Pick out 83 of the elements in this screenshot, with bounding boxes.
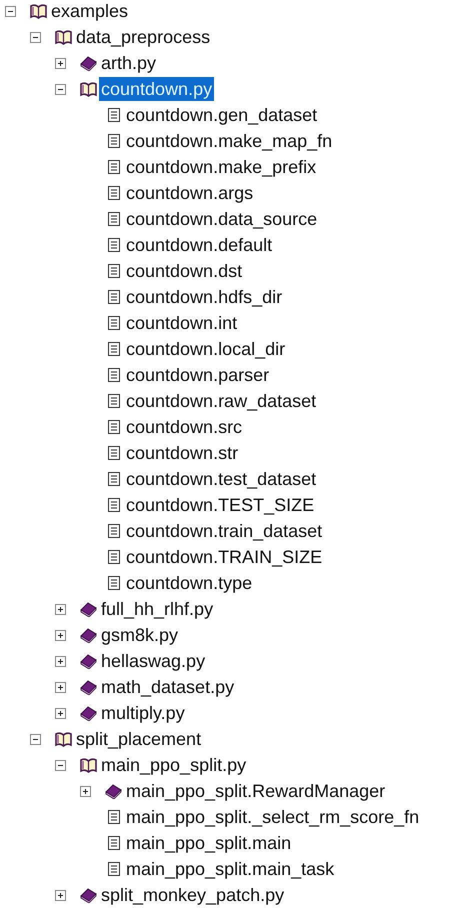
tree-item[interactable]: countdown.parser — [124, 363, 272, 387]
document-icon — [105, 575, 122, 591]
tree-item[interactable]: countdown.py — [99, 77, 214, 101]
expand-toggle[interactable] — [55, 58, 66, 68]
tree-item[interactable]: countdown.type — [124, 571, 254, 595]
tree-item[interactable]: countdown.test_dataset — [124, 467, 318, 491]
tree-item[interactable]: split_monkey_patch.py — [99, 883, 286, 907]
tree-item[interactable]: countdown.TRAIN_SIZE — [124, 545, 324, 569]
document-icon — [105, 237, 122, 253]
book-icon — [80, 887, 97, 903]
tree-item[interactable]: countdown.raw_dataset — [124, 389, 318, 413]
tree-item[interactable]: full_hh_rlhf.py — [99, 597, 216, 621]
book-icon — [80, 653, 97, 669]
collapse-toggle[interactable] — [5, 6, 16, 16]
document-icon — [105, 263, 122, 279]
document-icon — [105, 419, 122, 435]
document-icon — [105, 185, 122, 201]
document-icon — [105, 341, 122, 357]
tree-item[interactable]: countdown.make_map_fn — [124, 129, 334, 153]
open-book-icon — [80, 757, 97, 773]
tree-item[interactable]: main_ppo_split.main — [124, 831, 294, 855]
tree-item[interactable]: countdown.TEST_SIZE — [124, 493, 316, 517]
book-icon — [80, 705, 97, 721]
tree-item[interactable]: multiply.py — [99, 701, 187, 725]
document-icon — [105, 835, 122, 851]
tree-item[interactable]: countdown.src — [124, 415, 244, 439]
tree-item[interactable]: countdown.make_prefix — [124, 155, 318, 179]
open-book-icon — [30, 3, 47, 19]
document-icon — [105, 159, 122, 175]
tree-item[interactable]: split_placement — [74, 727, 204, 751]
document-icon — [105, 861, 122, 877]
collapse-toggle[interactable] — [55, 760, 66, 770]
tree-item[interactable]: countdown.gen_dataset — [124, 103, 320, 127]
document-icon — [105, 445, 122, 461]
tree-item[interactable]: main_ppo_split._select_rm_score_fn — [124, 805, 422, 829]
expand-toggle[interactable] — [55, 708, 66, 718]
tree-item[interactable]: hellaswag.py — [99, 649, 208, 673]
collapse-toggle[interactable] — [55, 84, 66, 94]
tree-item[interactable]: main_ppo_split.py — [99, 753, 248, 777]
book-icon — [80, 679, 97, 695]
document-icon — [105, 367, 122, 383]
document-icon — [105, 133, 122, 149]
tree-item[interactable]: examples — [49, 0, 130, 23]
tree-item[interactable]: countdown.dst — [124, 259, 244, 283]
tree-item[interactable]: gsm8k.py — [99, 623, 180, 647]
tree-item[interactable]: math_dataset.py — [99, 675, 236, 699]
document-icon — [105, 211, 122, 227]
document-icon — [105, 809, 122, 825]
expand-toggle[interactable] — [55, 890, 66, 900]
collapse-toggle[interactable] — [30, 32, 41, 42]
open-book-icon — [55, 29, 72, 45]
tree-item[interactable]: data_preprocess — [74, 25, 212, 49]
collapse-toggle[interactable] — [30, 734, 41, 744]
tree-item[interactable]: countdown.default — [124, 233, 274, 257]
tree-item[interactable]: countdown.data_source — [124, 207, 320, 231]
document-icon — [105, 107, 122, 123]
open-book-icon — [80, 81, 97, 97]
expand-toggle[interactable] — [55, 656, 66, 666]
tree-item[interactable]: countdown.int — [124, 311, 240, 335]
tree-item[interactable]: main_ppo_split.RewardManager — [124, 779, 388, 803]
expand-toggle[interactable] — [55, 630, 66, 640]
book-icon — [105, 783, 122, 799]
document-icon — [105, 393, 122, 409]
expand-toggle[interactable] — [55, 682, 66, 692]
book-icon — [80, 627, 97, 643]
tree-item[interactable]: countdown.hdfs_dir — [124, 285, 284, 309]
book-icon — [80, 55, 97, 71]
tree-item[interactable]: countdown.args — [124, 181, 256, 205]
document-icon — [105, 471, 122, 487]
tree-item[interactable]: main_ppo_split.main_task — [124, 857, 336, 881]
document-icon — [105, 523, 122, 539]
tree-item[interactable]: countdown.train_dataset — [124, 519, 324, 543]
document-icon — [105, 315, 122, 331]
open-book-icon — [55, 731, 72, 747]
expand-toggle[interactable] — [55, 604, 66, 614]
expand-toggle[interactable] — [80, 786, 91, 796]
tree-item[interactable]: countdown.local_dir — [124, 337, 288, 361]
tree-item[interactable]: arth.py — [99, 51, 158, 75]
document-icon — [105, 289, 122, 305]
tree-item[interactable]: countdown.str — [124, 441, 240, 465]
book-icon — [80, 601, 97, 617]
document-icon — [105, 549, 122, 565]
document-icon — [105, 497, 122, 513]
